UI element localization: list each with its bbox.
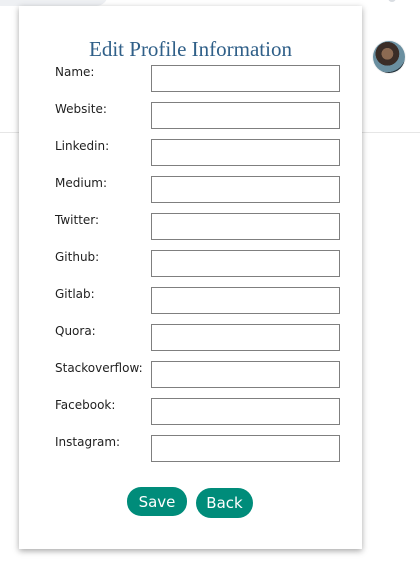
linkedin-label: Linkedin: xyxy=(55,139,110,153)
modal-title: Edit Profile Information xyxy=(89,37,292,61)
name-field[interactable] xyxy=(151,65,340,92)
linkedin-field[interactable] xyxy=(151,139,340,166)
background-top-dot xyxy=(388,0,396,2)
medium-field[interactable] xyxy=(151,176,340,203)
instagram-field[interactable] xyxy=(151,435,340,462)
quora-row: Quora: xyxy=(55,324,342,353)
facebook-field[interactable] xyxy=(151,398,340,425)
instagram-row: Instagram: xyxy=(55,435,342,464)
save-button[interactable]: Save xyxy=(127,487,187,516)
website-row: Website: xyxy=(55,102,342,131)
website-label: Website: xyxy=(55,102,107,116)
facebook-row: Facebook: xyxy=(55,398,342,427)
quora-field[interactable] xyxy=(151,324,340,351)
gitlab-field[interactable] xyxy=(151,287,340,314)
github-label: Github: xyxy=(55,250,100,264)
stackoverflow-row: Stackoverflow: xyxy=(55,361,342,390)
name-label: Name: xyxy=(55,65,95,79)
name-row: Name: xyxy=(55,65,342,94)
medium-row: Medium: xyxy=(55,176,342,205)
twitter-label: Twitter: xyxy=(55,213,100,227)
facebook-label: Facebook: xyxy=(55,398,116,412)
stackoverflow-field[interactable] xyxy=(151,361,340,388)
github-row: Github: xyxy=(55,250,342,279)
twitter-row: Twitter: xyxy=(55,213,342,242)
github-field[interactable] xyxy=(151,250,340,277)
twitter-field[interactable] xyxy=(151,213,340,240)
quora-label: Quora: xyxy=(55,324,96,338)
linkedin-row: Linkedin: xyxy=(55,139,342,168)
back-button[interactable]: Back xyxy=(196,488,253,518)
stackoverflow-label: Stackoverflow: xyxy=(55,361,143,375)
avatar[interactable] xyxy=(373,41,405,73)
gitlab-row: Gitlab: xyxy=(55,287,342,316)
instagram-label: Instagram: xyxy=(55,435,121,449)
gitlab-label: Gitlab: xyxy=(55,287,95,301)
edit-profile-modal: Edit Profile Information Name: Website: … xyxy=(19,6,362,549)
medium-label: Medium: xyxy=(55,176,108,190)
website-field[interactable] xyxy=(151,102,340,129)
